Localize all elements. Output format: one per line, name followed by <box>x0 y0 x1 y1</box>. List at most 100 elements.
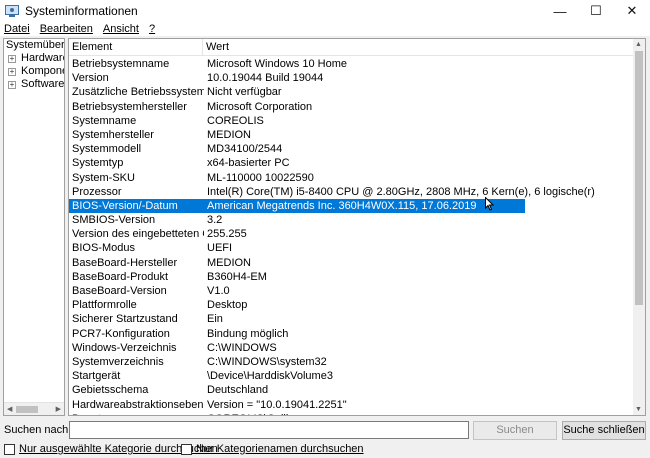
scroll-up-icon[interactable]: ▲ <box>635 41 642 48</box>
tree-horizontal-scrollbar[interactable]: ◀ ▶ <box>4 402 64 415</box>
checkbox[interactable] <box>181 443 192 455</box>
search-button[interactable]: Suchen <box>473 421 557 440</box>
table-row[interactable]: Systemverzeichnis C:\WINDOWS\system32 <box>69 355 634 369</box>
cell-element: Startgerät <box>72 370 121 383</box>
cell-value: x64-basierter PC <box>207 157 290 170</box>
cell-element: Hardwareabstraktionsebene <box>72 398 204 411</box>
table-row[interactable]: Systemtyp x64-basierter PC <box>69 156 634 170</box>
cell-value: 3.2 <box>207 214 223 227</box>
table-row[interactable]: Systemname COREOLIS <box>69 114 634 128</box>
table-row[interactable]: BaseBoard-Hersteller MEDION <box>69 256 634 270</box>
column-header-value[interactable]: Wert <box>203 39 229 56</box>
cell-value: Microsoft Windows 10 Home <box>207 58 347 70</box>
table-row[interactable]: Systemmodell MD34100/2544 <box>69 142 634 156</box>
table-row[interactable]: Startgerät \Device\HarddiskVolume3 <box>69 369 634 383</box>
table-row[interactable]: Systemhersteller MEDION <box>69 128 634 142</box>
title-bar: Systeminformationen — ☐ ✕ <box>0 0 650 22</box>
table-row[interactable]: Plattformrolle Desktop <box>69 298 634 312</box>
tree-item-label: Hardwarere <box>21 52 64 64</box>
window-controls: — ☐ ✕ <box>542 0 650 22</box>
scroll-right-icon[interactable]: ▶ <box>56 405 61 413</box>
table-row[interactable]: PCR7-Konfiguration Bindung möglich <box>69 327 634 341</box>
cell-element: Systemhersteller <box>72 128 154 141</box>
column-header-element[interactable]: Element <box>69 39 203 56</box>
table-row[interactable]: Betriebsystemname Microsoft Windows 10 Ho… <box>69 57 634 71</box>
minimize-button[interactable]: — <box>542 0 578 22</box>
cell-element: BaseBoard-Produkt <box>72 270 168 283</box>
cell-element: PCR7-Konfiguration <box>72 327 170 340</box>
table-row[interactable]: Windows-Verzeichnis C:\WINDOWS <box>69 341 634 355</box>
cell-element: Gebietsschema <box>72 384 149 397</box>
close-button[interactable]: ✕ <box>614 0 650 22</box>
cell-value: C:\WINDOWS <box>207 341 277 354</box>
close-search-button[interactable]: Suche schließen <box>562 421 646 440</box>
expand-icon[interactable]: + <box>8 68 16 76</box>
scroll-thumb[interactable] <box>16 406 38 413</box>
table-row[interactable]: BIOS-Version/-Datum American Megatrends I… <box>69 198 525 214</box>
table-row[interactable]: Version des eingebetteten Cont...255.255 <box>69 227 634 241</box>
cell-value: American Megatrends Inc. 360H4W0X.115, 1… <box>207 199 477 212</box>
menu-datei[interactable]: Datei <box>0 22 35 36</box>
search-label: Suchen nach: <box>4 424 72 436</box>
cell-element: SMBIOS-Version <box>72 214 156 227</box>
cell-value: COREOLIS\Caliban <box>204 412 634 415</box>
system-info-icon <box>5 4 19 18</box>
menu-help[interactable]: ? <box>144 22 160 36</box>
cell-element: Sicherer Startzustand <box>72 313 178 326</box>
table-row[interactable]: BenutzernameCOREOLIS\Caliban <box>69 412 634 415</box>
mouse-cursor-icon <box>485 197 495 211</box>
table-row[interactable]: Version 10.0.19044 Build 19044 <box>69 71 634 85</box>
search-input[interactable] <box>69 421 469 439</box>
menu-ansicht[interactable]: Ansicht <box>98 22 144 36</box>
list-vertical-scrollbar[interactable]: ▲ ▼ <box>633 39 645 415</box>
scroll-thumb[interactable] <box>635 51 643 305</box>
table-row[interactable]: Sicherer Startzustand Ein <box>69 312 634 326</box>
cell-element: Systemname <box>72 114 137 127</box>
table-row[interactable]: System-SKU ML-110000 10022590 <box>69 171 634 185</box>
tree-item-hardware[interactable]: + Hardwarere <box>4 52 64 65</box>
scroll-left-icon[interactable]: ◀ <box>7 405 12 413</box>
checkbox-label: Nur Kategorienamen durchsuchen <box>196 443 364 455</box>
cell-value: Version = "10.0.19041.2251" <box>207 398 347 411</box>
tree-item-system-summary[interactable]: Systemübersic <box>4 39 64 52</box>
table-row[interactable]: Prozessor Intel(R) Core(TM) i5-8400 CPU @… <box>69 185 634 199</box>
details-list[interactable]: Element Wert Betriebsystemname Microsoft … <box>68 38 646 416</box>
table-row[interactable]: Hardwareabstraktionsebene Version = "10.0… <box>69 398 634 412</box>
table-row[interactable]: Zusätzliche Betriebssystembesch...Nicht … <box>69 85 634 99</box>
cell-element: BaseBoard-Hersteller <box>72 256 178 269</box>
scroll-down-icon[interactable]: ▼ <box>635 406 642 413</box>
checkbox[interactable] <box>4 443 15 455</box>
cell-element: System-SKU <box>72 171 135 184</box>
cell-value: MEDION <box>207 256 251 269</box>
table-row[interactable]: SMBIOS-Version 3.2 <box>69 213 634 227</box>
table-row[interactable]: BaseBoard-Version V1.0 <box>69 284 634 298</box>
expand-icon[interactable]: + <box>8 81 16 89</box>
cell-element: Zusätzliche Betriebssystembesch... <box>72 86 204 99</box>
cell-value: Nicht verfügbar <box>207 86 282 99</box>
table-row[interactable]: BIOS-Modus UEFI <box>69 241 634 255</box>
cell-value: UEFI <box>207 242 233 255</box>
cell-value: 255.255 <box>207 228 247 241</box>
cell-value: MEDION <box>207 128 251 141</box>
cell-element: Systemverzeichnis <box>72 355 164 368</box>
cell-element: Betriebsystemhersteller <box>72 100 187 113</box>
cell-element: Windows-Verzeichnis <box>72 341 177 354</box>
maximize-button[interactable]: ☐ <box>578 0 614 22</box>
cell-element: Betriebsystemname <box>72 58 170 70</box>
list-rows: Betriebsystemname Microsoft Windows 10 Ho… <box>69 57 634 415</box>
expand-icon[interactable]: + <box>8 55 16 63</box>
cell-value: V1.0 <box>207 285 230 297</box>
cell-value: \Device\HarddiskVolume3 <box>207 370 333 383</box>
table-row[interactable]: Betriebsystemhersteller Microsoft Corpora… <box>69 100 634 114</box>
tree-item-label: Softwareum <box>21 78 65 90</box>
table-row[interactable]: BaseBoard-Produkt B360H4-EM <box>69 270 634 284</box>
menu-bar: Datei Bearbeiten Ansicht ? <box>0 22 650 36</box>
table-row[interactable]: Gebietsschema Deutschland <box>69 383 634 397</box>
cell-element: Systemmodell <box>72 143 142 156</box>
tree-item-software[interactable]: + Softwareum <box>4 78 64 91</box>
menu-bearbeiten[interactable]: Bearbeiten <box>35 22 98 36</box>
category-tree[interactable]: Systemübersic + Hardwarere + Komponen + … <box>3 38 65 416</box>
cell-value: ML-110000 10022590 <box>207 171 314 184</box>
checkbox-category-names[interactable]: Nur Kategorienamen durchsuchen <box>181 443 364 455</box>
tree-item-components[interactable]: + Komponen <box>4 65 64 78</box>
